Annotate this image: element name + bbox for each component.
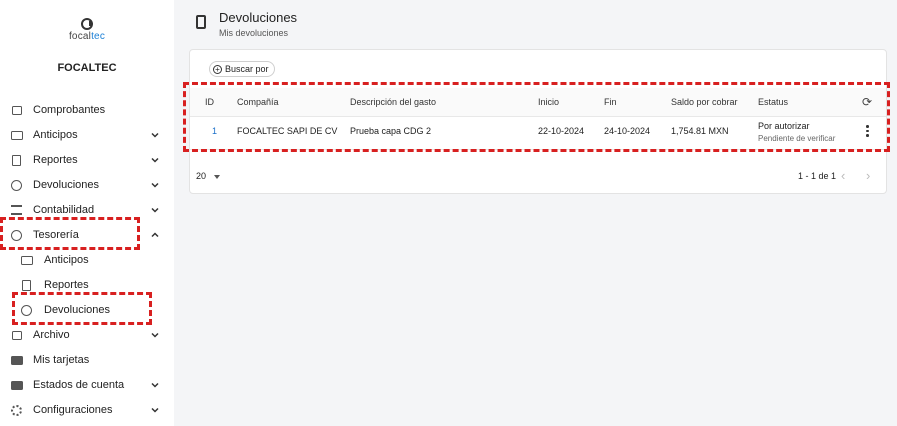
refund-icon	[20, 304, 33, 317]
sidebar-item-mis-tarjetas[interactable]: Mis tarjetas	[0, 348, 174, 372]
piggy-bank-icon	[10, 229, 23, 242]
dropdown-caret-icon[interactable]	[214, 175, 220, 179]
column-header-company[interactable]: Compañía	[237, 97, 279, 107]
chevron-right-icon[interactable]: ›	[866, 168, 870, 183]
sidebar-item-label: Archivo	[33, 329, 70, 341]
sidebar-item-label: Reportes	[33, 154, 78, 166]
sidebar: focaltec FOCALTEC Comprobantes Anticipos…	[0, 0, 174, 426]
column-header-id[interactable]: ID	[205, 97, 214, 107]
cash-icon	[20, 254, 33, 267]
chevron-down-icon	[151, 207, 159, 213]
cell-status: Por autorizar	[758, 121, 810, 131]
report-icon	[20, 279, 33, 292]
more-options-icon[interactable]	[866, 125, 869, 139]
sidebar-item-label: Anticipos	[33, 129, 78, 141]
refresh-icon[interactable]: ⟳	[862, 95, 872, 109]
chevron-up-icon	[151, 232, 159, 238]
sidebar-subitem-reportes[interactable]: Reportes	[0, 273, 174, 297]
refund-icon	[10, 179, 23, 192]
company-logo: focaltec	[65, 18, 109, 48]
page-size-select[interactable]: 20	[196, 171, 206, 181]
sidebar-item-devoluciones[interactable]: Devoluciones	[0, 173, 174, 197]
sidebar-item-label: Comprobantes	[33, 104, 106, 116]
sidebar-item-label: Devoluciones	[33, 179, 100, 191]
column-header-balance[interactable]: Saldo por cobrar	[671, 97, 738, 107]
row-divider	[190, 149, 886, 150]
sidebar-item-anticipos[interactable]: Anticipos	[0, 123, 174, 147]
clipboard-icon	[196, 15, 206, 29]
sidebar-item-comprobantes[interactable]: Comprobantes	[0, 98, 174, 122]
search-by-button[interactable]: + Buscar por	[209, 61, 275, 77]
chevron-down-icon	[151, 157, 159, 163]
sidebar-subitem-anticipos[interactable]: Anticipos	[0, 248, 174, 272]
chevron-down-icon	[151, 382, 159, 388]
cash-icon	[10, 129, 23, 142]
cell-description: Prueba capa CDG 2	[350, 126, 432, 136]
pagination-range: 1 - 1 de 1	[798, 171, 837, 181]
chevron-down-icon	[151, 332, 159, 338]
page-title: Devoluciones	[219, 10, 298, 25]
sidebar-subitem-devoluciones[interactable]: Devoluciones	[0, 298, 174, 322]
sidebar-item-label: Reportes	[44, 279, 89, 291]
sidebar-item-contabilidad[interactable]: Contabilidad	[0, 198, 174, 222]
gear-icon	[10, 404, 23, 417]
statement-icon	[10, 379, 23, 392]
search-by-label: Buscar por	[225, 64, 269, 74]
report-icon	[10, 154, 23, 167]
sidebar-item-archivo[interactable]: Archivo	[0, 323, 174, 347]
add-circle-icon: +	[213, 64, 222, 74]
sidebar-item-label: Devoluciones	[44, 304, 111, 316]
bank-icon	[10, 204, 23, 217]
sidebar-item-label: Tesorería	[33, 229, 79, 241]
sidebar-item-label: Contabilidad	[33, 204, 95, 216]
archive-icon	[10, 329, 23, 342]
receipt-icon	[10, 104, 23, 117]
cell-end: 24-10-2024	[604, 126, 651, 136]
cell-id[interactable]: 1	[212, 126, 217, 136]
org-name: FOCALTEC	[57, 62, 117, 74]
sidebar-item-estados-de-cuenta[interactable]: Estados de cuenta	[0, 373, 174, 397]
logo-text-b: tec	[91, 31, 106, 42]
sidebar-item-label: Estados de cuenta	[33, 379, 125, 391]
chevron-down-icon	[151, 407, 159, 413]
chevron-down-icon	[151, 182, 159, 188]
cell-status-detail: Pendiente de verificar	[758, 134, 836, 143]
cell-start: 22-10-2024	[538, 126, 585, 136]
sidebar-item-tesoreria[interactable]: Tesorería	[0, 223, 174, 247]
logo-icon	[81, 18, 93, 30]
sidebar-item-reportes[interactable]: Reportes	[0, 148, 174, 172]
cell-balance: 1,754.81 MXN	[671, 126, 729, 136]
sidebar-item-configuraciones[interactable]: Configuraciones	[0, 398, 174, 422]
cell-company: FOCALTEC SAPI DE CV	[237, 126, 338, 136]
chevron-left-icon[interactable]: ‹	[841, 168, 845, 183]
column-header-end[interactable]: Fin	[604, 97, 617, 107]
logo-text-a: focal	[68, 31, 92, 42]
column-header-status[interactable]: Estatus	[758, 97, 788, 107]
page-subtitle: Mis devoluciones	[219, 28, 289, 38]
chevron-down-icon	[151, 132, 159, 138]
sidebar-item-label: Anticipos	[44, 254, 89, 266]
credit-card-icon	[10, 354, 23, 367]
sidebar-item-label: Mis tarjetas	[33, 354, 90, 366]
column-header-description[interactable]: Descripción del gasto	[350, 97, 436, 107]
column-header-start[interactable]: Inicio	[538, 97, 559, 107]
sidebar-item-label: Configuraciones	[33, 404, 113, 416]
